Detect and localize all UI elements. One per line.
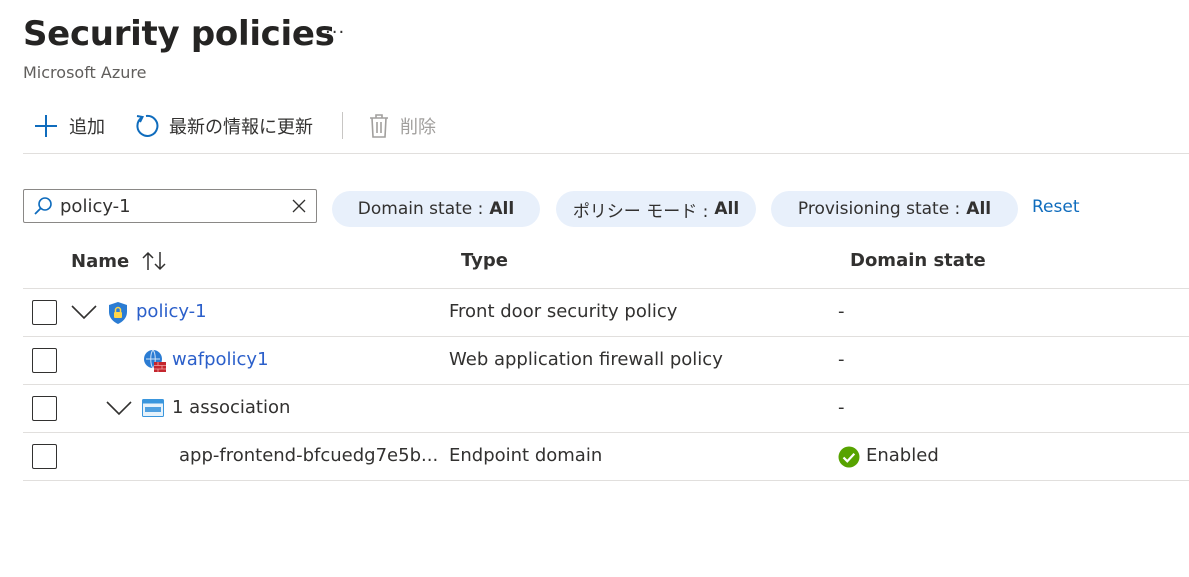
row-type: Front door security policy	[449, 301, 678, 322]
clear-search-icon[interactable]	[292, 199, 306, 213]
row-checkbox[interactable]	[32, 444, 57, 469]
row-type: Endpoint domain	[449, 445, 603, 466]
waf-globe-icon	[144, 349, 166, 372]
search-icon	[34, 197, 52, 215]
filter-policy-mode[interactable]: ポリシー モード : All	[556, 191, 756, 227]
row-type: Web application firewall policy	[449, 349, 723, 370]
chevron-down-icon[interactable]	[71, 304, 97, 320]
row-domain-state: -	[838, 301, 845, 322]
table-row[interactable]: 1 association -	[23, 385, 1189, 432]
refresh-label: 最新の情報に更新	[169, 117, 313, 138]
delete-button[interactable]: 削除	[368, 110, 436, 142]
filter-provisioning-state[interactable]: Provisioning state : All	[771, 191, 1018, 227]
endpoint-domain-name: app-frontend-bfcuedg7e5b...	[179, 445, 439, 466]
filter-domain-state[interactable]: Domain state : All	[332, 191, 540, 227]
toolbar-divider	[342, 112, 343, 139]
column-header-type[interactable]: Type	[461, 250, 508, 271]
column-header-name-label: Name	[71, 250, 130, 272]
filter-domain-state-value: All	[489, 199, 515, 219]
reset-filters-link[interactable]: Reset	[1032, 197, 1080, 217]
row-domain-state: -	[838, 349, 845, 370]
table-row[interactable]: policy-1 Front door security policy -	[23, 289, 1189, 336]
filter-domain-state-label: Domain state :	[357, 199, 484, 219]
sort-icon[interactable]	[141, 250, 167, 272]
refresh-icon	[136, 114, 159, 137]
page-title: Security policies	[23, 14, 335, 54]
row-checkbox[interactable]	[32, 300, 57, 325]
row-domain-state: -	[838, 397, 845, 418]
policy-name-link[interactable]: policy-1	[136, 301, 207, 322]
check-circle-icon	[838, 446, 860, 468]
add-button[interactable]: 追加	[33, 110, 105, 142]
toolbar-divider-line	[23, 153, 1189, 154]
row-divider	[23, 480, 1189, 481]
waf-policy-link[interactable]: wafpolicy1	[172, 349, 269, 370]
row-checkbox[interactable]	[32, 348, 57, 373]
chevron-down-icon[interactable]	[106, 400, 132, 416]
trash-icon	[370, 114, 388, 138]
filter-provisioning-state-label: Provisioning state :	[797, 199, 961, 219]
column-header-domain-state[interactable]: Domain state	[850, 250, 986, 271]
association-count: 1 association	[172, 397, 291, 418]
table-row[interactable]: app-frontend-bfcuedg7e5b... Endpoint dom…	[23, 433, 1189, 480]
refresh-button[interactable]: 最新の情報に更新	[133, 110, 313, 142]
table-row[interactable]: wafpolicy1 Web application firewall poli…	[23, 337, 1189, 384]
filter-policy-mode-label: ポリシー モード :	[572, 201, 709, 222]
domain-state-enabled: Enabled	[866, 445, 939, 466]
filter-policy-mode-value: All	[714, 199, 740, 219]
search-box[interactable]	[23, 189, 317, 223]
column-header-name[interactable]: Name	[71, 250, 167, 272]
row-checkbox[interactable]	[32, 396, 57, 421]
filter-provisioning-state-value: All	[966, 199, 992, 219]
delete-label: 削除	[400, 117, 436, 138]
shield-lock-icon	[109, 302, 127, 324]
www-domain-icon	[142, 399, 164, 417]
plus-icon	[35, 115, 57, 137]
add-label: 追加	[69, 117, 105, 138]
search-input[interactable]	[60, 195, 270, 217]
more-options-button[interactable]: ···	[325, 22, 345, 43]
page-subtitle: Microsoft Azure	[23, 63, 147, 82]
